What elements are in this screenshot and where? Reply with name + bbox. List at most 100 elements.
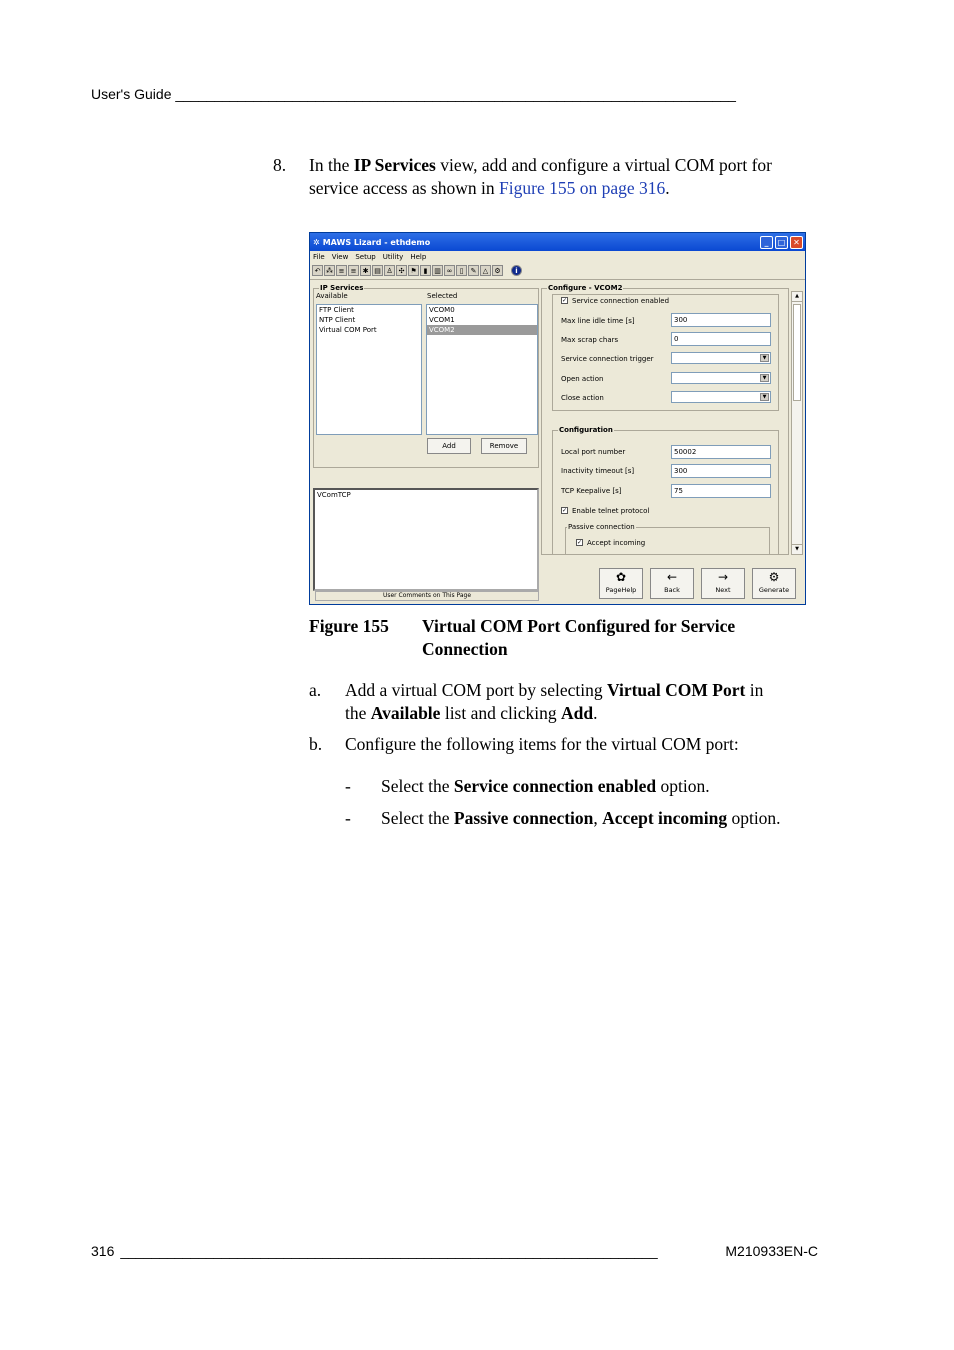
configuration-title: Configuration <box>558 426 614 434</box>
scrollbar[interactable]: ▲ ▼ <box>791 291 803 555</box>
open-action-select[interactable]: ▼ <box>671 372 771 384</box>
generate-button[interactable]: ⚙ Generate <box>752 568 796 599</box>
maximize-button[interactable]: □ <box>775 235 788 249</box>
battery-icon[interactable]: ▮ <box>420 265 431 276</box>
menu-file[interactable]: File <box>313 253 325 261</box>
pagehelp-button[interactable]: ✿ PageHelp <box>599 568 643 599</box>
configure-title: Configure - VCOM2 <box>547 284 624 292</box>
step-text: In the IP Services view, add and configu… <box>309 155 772 198</box>
menu-utility[interactable]: Utility <box>383 253 404 261</box>
def-icon[interactable]: ≡ <box>336 265 347 276</box>
trigger-select[interactable]: ▼ <box>671 352 771 364</box>
chevron-down-icon[interactable]: ▼ <box>760 374 769 382</box>
add-button[interactable]: Add <box>427 438 471 454</box>
close-action-select[interactable]: ▼ <box>671 391 771 403</box>
arrow-right-icon: → <box>717 570 729 584</box>
telnet-checkbox[interactable]: ✓ <box>561 507 568 514</box>
max-idle-label: Max line idle time [s] <box>561 317 635 325</box>
close-button[interactable]: ✕ <box>790 235 803 249</box>
list-item[interactable]: FTP Client <box>317 305 421 315</box>
scroll-up-icon[interactable]: ▲ <box>792 292 802 302</box>
page-number: 316 <box>91 1243 115 1259</box>
stick-figure-icon[interactable]: ♙ <box>384 265 395 276</box>
inactivity-label: Inactivity timeout [s] <box>561 467 635 475</box>
figure-link[interactable]: Figure 155 on page 316 <box>499 178 665 198</box>
trigger-label: Service connection trigger <box>561 355 654 363</box>
menu-bar: File View Setup Utility Help <box>310 251 805 262</box>
service-enabled-label: Service connection enabled <box>572 297 670 305</box>
remove-button[interactable]: Remove <box>481 438 527 454</box>
chevron-down-icon[interactable]: ▼ <box>760 393 769 401</box>
pen-icon[interactable]: ✎ <box>468 265 479 276</box>
keepalive-label: TCP Keepalive [s] <box>561 487 622 495</box>
accept-incoming-checkbox[interactable]: ✓ <box>576 539 583 546</box>
bell-icon[interactable]: △ <box>480 265 491 276</box>
inactivity-field[interactable]: 300 <box>671 464 771 478</box>
list-item[interactable]: VCOM1 <box>427 315 537 325</box>
max-scrap-field[interactable]: 0 <box>671 332 771 346</box>
info-icon[interactable]: i <box>511 265 522 276</box>
available-label: Available <box>316 292 348 300</box>
flag-icon[interactable]: ⚑ <box>408 265 419 276</box>
chart-icon[interactable]: ▥ <box>432 265 443 276</box>
undo-icon[interactable]: ↶ <box>312 265 323 276</box>
next-button[interactable]: → Next <box>701 568 745 599</box>
available-list[interactable]: FTP Client NTP Client Virtual COM Port <box>316 304 422 435</box>
arrow-left-icon: ← <box>666 570 678 584</box>
page-header: User's Guide ___________________________… <box>91 86 736 102</box>
selected-label: Selected <box>427 292 458 300</box>
pagehelp-icon: ✿ <box>615 570 627 584</box>
back-button[interactable]: ← Back <box>650 568 694 599</box>
wind-icon[interactable]: ✣ <box>396 265 407 276</box>
scroll-down-icon[interactable]: ▼ <box>792 544 802 554</box>
app-logo-icon: ✲ <box>313 237 320 247</box>
telnet-label: Enable telnet protocol <box>572 507 650 515</box>
accept-incoming-label: Accept incoming <box>587 539 646 547</box>
app-window: ✲ MAWS Lizard - ethdemo _ □ ✕ File View … <box>309 232 806 605</box>
dash-item-1: Select the Service connection enabled op… <box>381 776 710 796</box>
dash-item-2: Select the Passive connection, Accept in… <box>381 808 781 828</box>
passive-title: Passive connection <box>567 523 636 531</box>
sensor-icon[interactable]: ✱ <box>360 265 371 276</box>
selected-list[interactable]: VCOM0 VCOM1 VCOM2 <box>426 304 538 435</box>
page-footer: 316 ____________________________________… <box>91 1243 818 1259</box>
local-port-field[interactable]: 50002 <box>671 445 771 459</box>
max-scrap-label: Max scrap chars <box>561 336 619 344</box>
scroll-thumb[interactable] <box>793 304 801 401</box>
next-label: Next <box>715 586 731 594</box>
title-bar: ✲ MAWS Lizard - ethdemo _ □ ✕ <box>310 233 805 251</box>
def2-icon[interactable]: ≡ <box>348 265 359 276</box>
ip-services-title: IP Services <box>319 284 365 292</box>
toolbar: ↶ ⁂ ≡ ≡ ✱ ▤ ♙ ✣ ⚑ ▮ ▥ ∞ ▯ ✎ △ ⚙ i <box>310 262 805 280</box>
item-b-text: Configure the following items for the vi… <box>345 734 739 754</box>
network-icon[interactable]: ⁂ <box>324 265 335 276</box>
menu-help[interactable]: Help <box>410 253 426 261</box>
menu-view[interactable]: View <box>332 253 349 261</box>
close-action-label: Close action <box>561 394 604 402</box>
open-action-label: Open action <box>561 375 604 383</box>
gear-icon[interactable]: ⚙ <box>492 265 503 276</box>
item-b-marker: b. <box>309 734 323 754</box>
list-item[interactable]: Virtual COM Port <box>317 325 421 335</box>
list-item[interactable]: NTP Client <box>317 315 421 325</box>
local-port-label: Local port number <box>561 448 626 456</box>
service-enabled-checkbox[interactable]: ✓ <box>561 297 568 304</box>
chevron-down-icon[interactable]: ▼ <box>760 354 769 362</box>
list-item-selected[interactable]: VCOM2 <box>427 325 537 335</box>
figure-label: Figure 155 <box>309 616 389 636</box>
document-icon[interactable]: ▯ <box>456 265 467 276</box>
window-title: MAWS Lizard - ethdemo <box>322 237 431 247</box>
comment-area[interactable]: VComTCP <box>313 488 539 591</box>
pagehelp-label: PageHelp <box>605 586 637 594</box>
back-label: Back <box>664 586 680 594</box>
document-code: M210933EN-C <box>725 1243 818 1259</box>
max-idle-field[interactable]: 300 <box>671 313 771 327</box>
dash-marker: - <box>345 808 351 828</box>
keepalive-field[interactable]: 75 <box>671 484 771 498</box>
list-item[interactable]: VCOM0 <box>427 305 537 315</box>
dash-marker: - <box>345 776 351 796</box>
link-icon[interactable]: ∞ <box>444 265 455 276</box>
minimize-button[interactable]: _ <box>760 235 773 249</box>
menu-setup[interactable]: Setup <box>355 253 375 261</box>
logging-icon[interactable]: ▤ <box>372 265 383 276</box>
